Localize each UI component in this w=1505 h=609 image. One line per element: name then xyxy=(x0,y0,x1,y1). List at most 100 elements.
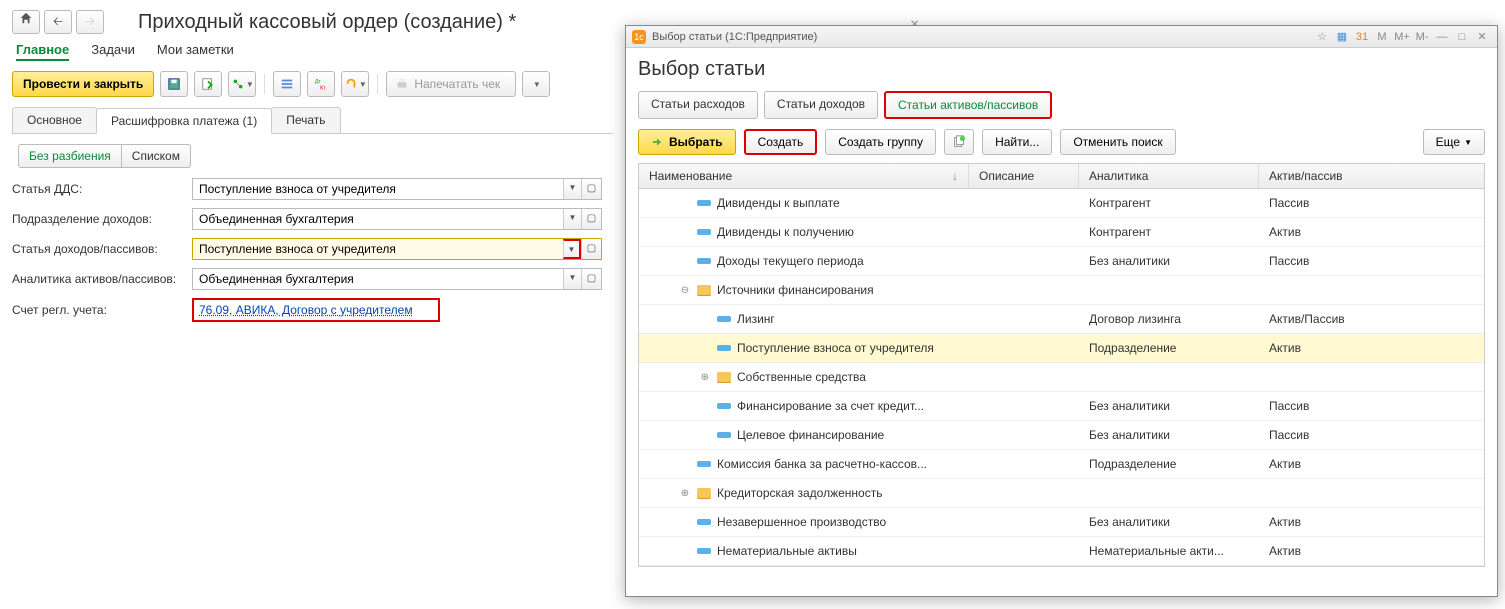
debit-credit-button[interactable]: ДтКт xyxy=(307,71,335,97)
table-row[interactable]: Доходы текущего периодаБез аналитикиПасс… xyxy=(639,247,1484,276)
row-analytics: Без аналитики xyxy=(1079,399,1259,413)
input-income[interactable]: ▼ ▢ xyxy=(192,238,602,260)
table-row[interactable]: Поступление взноса от учредителяПодразде… xyxy=(639,334,1484,363)
expand-icon[interactable]: ⊖ xyxy=(679,285,691,296)
more-button[interactable]: Еще ▼ xyxy=(1423,129,1485,155)
view-no-split[interactable]: Без разбиения xyxy=(18,144,122,168)
calculator-icon[interactable]: ▦ xyxy=(1333,29,1351,45)
structure-button[interactable] xyxy=(273,71,301,97)
col-analytics[interactable]: Аналитика xyxy=(1079,164,1259,188)
more-menu-button[interactable]: ▼ xyxy=(522,71,550,97)
tab-main[interactable]: Основное xyxy=(12,107,97,133)
account-highlight: 76.09, АВИКА, Договор с учредителем xyxy=(192,298,440,322)
income-drop-button[interactable]: ▼ xyxy=(563,239,581,259)
based-on-button[interactable]: ▼ xyxy=(228,71,256,97)
mode-tab-main[interactable]: Главное xyxy=(16,42,69,61)
col-type[interactable]: Актив/пассив xyxy=(1259,164,1484,188)
row-analytics: Нематериальные акти... xyxy=(1079,544,1259,558)
view-list[interactable]: Списком xyxy=(122,144,191,168)
col-name[interactable]: Наименование↓ xyxy=(639,164,969,188)
home-icon xyxy=(19,11,33,25)
table-row[interactable]: Целевое финансированиеБез аналитикиПасси… xyxy=(639,421,1484,450)
m-minus-button[interactable]: M- xyxy=(1413,29,1431,45)
input-dds[interactable]: ▼ ▢ xyxy=(192,178,602,200)
expand-icon[interactable]: ⊕ xyxy=(699,372,711,383)
mode-tab-tasks[interactable]: Задачи xyxy=(91,42,135,61)
dialog-titlebar[interactable]: 1c Выбор статьи (1С:Предприятие) ☆ ▦ 31 … xyxy=(626,26,1497,48)
input-dds-field[interactable] xyxy=(193,179,563,199)
calendar-icon[interactable]: 31 xyxy=(1353,29,1371,45)
account-link[interactable]: 76.09, АВИКА, Договор с учредителем xyxy=(194,300,418,320)
analytics-open-button[interactable]: ▢ xyxy=(581,269,601,289)
minimize-button[interactable]: — xyxy=(1433,29,1451,45)
dds-open-button[interactable]: ▢ xyxy=(581,179,601,199)
post-button[interactable] xyxy=(194,71,222,97)
tab-income-articles[interactable]: Статьи доходов xyxy=(764,91,878,119)
table-row[interactable]: Дивиденды к получениюКонтрагентАктив xyxy=(639,218,1484,247)
select-button[interactable]: Выбрать xyxy=(638,129,736,155)
item-icon xyxy=(697,461,711,467)
folder-icon xyxy=(717,372,731,383)
table-row[interactable]: ⊕Кредиторская задолженность xyxy=(639,479,1484,508)
table-row[interactable]: Финансирование за счет кредит...Без анал… xyxy=(639,392,1484,421)
row-name: Доходы текущего периода xyxy=(717,254,864,268)
table-row[interactable]: Комиссия банка за расчетно-кассов...Подр… xyxy=(639,450,1484,479)
row-type: Актив xyxy=(1259,515,1484,529)
expand-icon[interactable]: ⊕ xyxy=(679,488,691,499)
input-dept[interactable]: ▼ ▢ xyxy=(192,208,602,230)
save-icon xyxy=(167,77,181,91)
attachments-button[interactable]: ▼ xyxy=(341,71,369,97)
table-row[interactable]: Нематериальные активыНематериальные акти… xyxy=(639,537,1484,566)
cancel-search-button[interactable]: Отменить поиск xyxy=(1060,129,1175,155)
post-and-close-button[interactable]: Провести и закрыть xyxy=(12,71,154,97)
home-button[interactable] xyxy=(12,10,40,34)
print-check-button[interactable]: Напечатать чек xyxy=(386,71,516,97)
save-button[interactable] xyxy=(160,71,188,97)
item-icon xyxy=(697,200,711,206)
dept-open-button[interactable]: ▢ xyxy=(581,209,601,229)
select-article-dialog: 1c Выбор статьи (1С:Предприятие) ☆ ▦ 31 … xyxy=(625,25,1498,597)
row-type: Актив xyxy=(1259,457,1484,471)
tab-print[interactable]: Печать xyxy=(271,107,340,133)
maximize-button[interactable]: □ xyxy=(1453,29,1471,45)
col-desc[interactable]: Описание xyxy=(969,164,1079,188)
link-icon xyxy=(231,77,245,91)
row-type: Актив xyxy=(1259,341,1484,355)
input-analytics[interactable]: ▼ ▢ xyxy=(192,268,602,290)
input-analytics-field[interactable] xyxy=(193,269,563,289)
m-plus-button[interactable]: M+ xyxy=(1393,29,1411,45)
create-button[interactable]: Создать xyxy=(744,129,818,155)
close-button[interactable]: ✕ xyxy=(1473,29,1491,45)
table-row[interactable]: Незавершенное производствоБез аналитикиА… xyxy=(639,508,1484,537)
row-type: Актив xyxy=(1259,544,1484,558)
table-row[interactable]: ⊕Собственные средства xyxy=(639,363,1484,392)
item-icon xyxy=(717,345,731,351)
income-open-button[interactable]: ▢ xyxy=(581,239,601,259)
post-icon xyxy=(201,77,215,91)
dept-drop-button[interactable]: ▼ xyxy=(563,209,581,229)
find-button[interactable]: Найти... xyxy=(982,129,1052,155)
tab-detail[interactable]: Расшифровка платежа (1) xyxy=(96,108,272,134)
table-row[interactable]: ЛизингДоговор лизингаАктив/Пассив xyxy=(639,305,1484,334)
mode-tab-notes[interactable]: Мои заметки xyxy=(157,42,234,61)
input-dept-field[interactable] xyxy=(193,209,563,229)
row-name: Поступление взноса от учредителя xyxy=(737,341,934,355)
favorite-icon[interactable]: ☆ xyxy=(1313,29,1331,45)
dds-drop-button[interactable]: ▼ xyxy=(563,179,581,199)
forward-button[interactable]: 🡢 xyxy=(76,10,104,34)
table-row[interactable]: ⊖Источники финансирования xyxy=(639,276,1484,305)
create-group-button[interactable]: Создать группу xyxy=(825,129,936,155)
articles-table: Наименование↓ Описание Аналитика Актив/п… xyxy=(638,163,1485,567)
input-income-field[interactable] xyxy=(193,239,563,259)
item-icon xyxy=(697,258,711,264)
analytics-drop-button[interactable]: ▼ xyxy=(563,269,581,289)
copy-button[interactable] xyxy=(944,129,974,155)
back-button[interactable]: 🡠 xyxy=(44,10,72,34)
item-icon xyxy=(717,403,731,409)
m-button[interactable]: M xyxy=(1373,29,1391,45)
tab-expenses[interactable]: Статьи расходов xyxy=(638,91,758,119)
table-row[interactable]: Дивиденды к выплатеКонтрагентПассив xyxy=(639,189,1484,218)
label-analytics: Аналитика активов/пассивов: xyxy=(12,272,192,286)
svg-text:Кт: Кт xyxy=(320,85,326,91)
tab-assets[interactable]: Статьи активов/пассивов xyxy=(884,91,1052,119)
